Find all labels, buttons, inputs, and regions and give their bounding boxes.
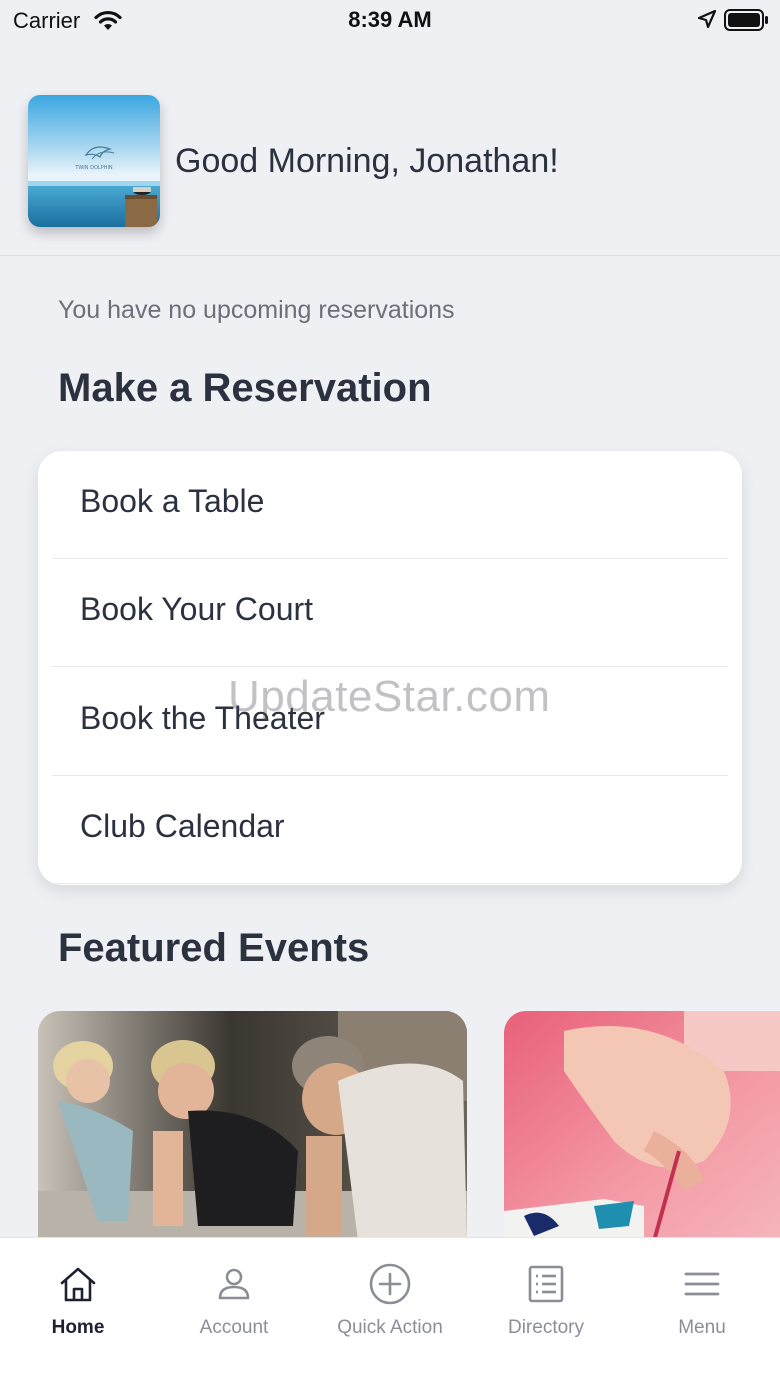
- divider: [52, 883, 728, 884]
- greeting-header: TWIN DOLPHIN Good Morning, Jonathan!: [0, 90, 780, 256]
- greeting-text: Good Morning, Jonathan!: [175, 142, 559, 180]
- status-time: 8:39 AM: [348, 7, 432, 32]
- club-logo: TWIN DOLPHIN: [28, 95, 160, 227]
- book-table-label: Book a Table: [80, 483, 265, 519]
- featured-events-title: Featured Events: [58, 926, 370, 970]
- divider: [52, 666, 728, 667]
- tab-directory[interactable]: Directory: [468, 1238, 624, 1348]
- tab-account-label: Account: [199, 1317, 269, 1338]
- logo-text: TWIN DOLPHIN: [74, 165, 113, 171]
- club-calendar-item[interactable]: Club Calendar: [38, 776, 742, 884]
- club-calendar-label: Club Calendar: [80, 808, 285, 844]
- event-card-fitness[interactable]: [38, 1011, 467, 1241]
- fitness-class-photo: [38, 1011, 467, 1241]
- tab-account[interactable]: Account: [156, 1238, 312, 1348]
- event-card-painting[interactable]: [504, 1011, 780, 1241]
- battery-icon: [724, 9, 770, 36]
- status-bar: Carrier 8:39 AM: [0, 0, 780, 42]
- make-reservation-title: Make a Reservation: [58, 366, 432, 410]
- book-court-label: Book Your Court: [80, 591, 314, 627]
- plus-circle-icon: [368, 1263, 412, 1311]
- home-icon: [58, 1264, 98, 1309]
- tab-directory-label: Directory: [507, 1317, 584, 1338]
- painting-class-photo: [504, 1011, 780, 1241]
- book-table-item[interactable]: Book a Table: [38, 451, 742, 559]
- location-arrow-icon: [697, 9, 717, 34]
- reservation-card: Book a Table Book Your Court Book the Th…: [38, 451, 742, 885]
- tab-quick-action-label: Quick Action: [337, 1317, 443, 1338]
- tab-bar: Home Account Quick Action Directory Menu: [0, 1237, 780, 1387]
- watermark: UpdateStar.com: [228, 672, 551, 721]
- person-icon: [214, 1264, 254, 1309]
- tab-menu[interactable]: Menu: [624, 1238, 780, 1348]
- tab-quick-action[interactable]: Quick Action: [312, 1238, 468, 1348]
- hamburger-menu-icon: [682, 1264, 722, 1309]
- tab-menu-label: Menu: [678, 1317, 726, 1338]
- list-document-icon: [526, 1264, 566, 1309]
- tab-home[interactable]: Home: [0, 1238, 156, 1348]
- book-court-item[interactable]: Book Your Court: [38, 559, 742, 667]
- no-reservations-text: You have no upcoming reservations: [58, 296, 455, 324]
- tab-home-label: Home: [51, 1317, 105, 1338]
